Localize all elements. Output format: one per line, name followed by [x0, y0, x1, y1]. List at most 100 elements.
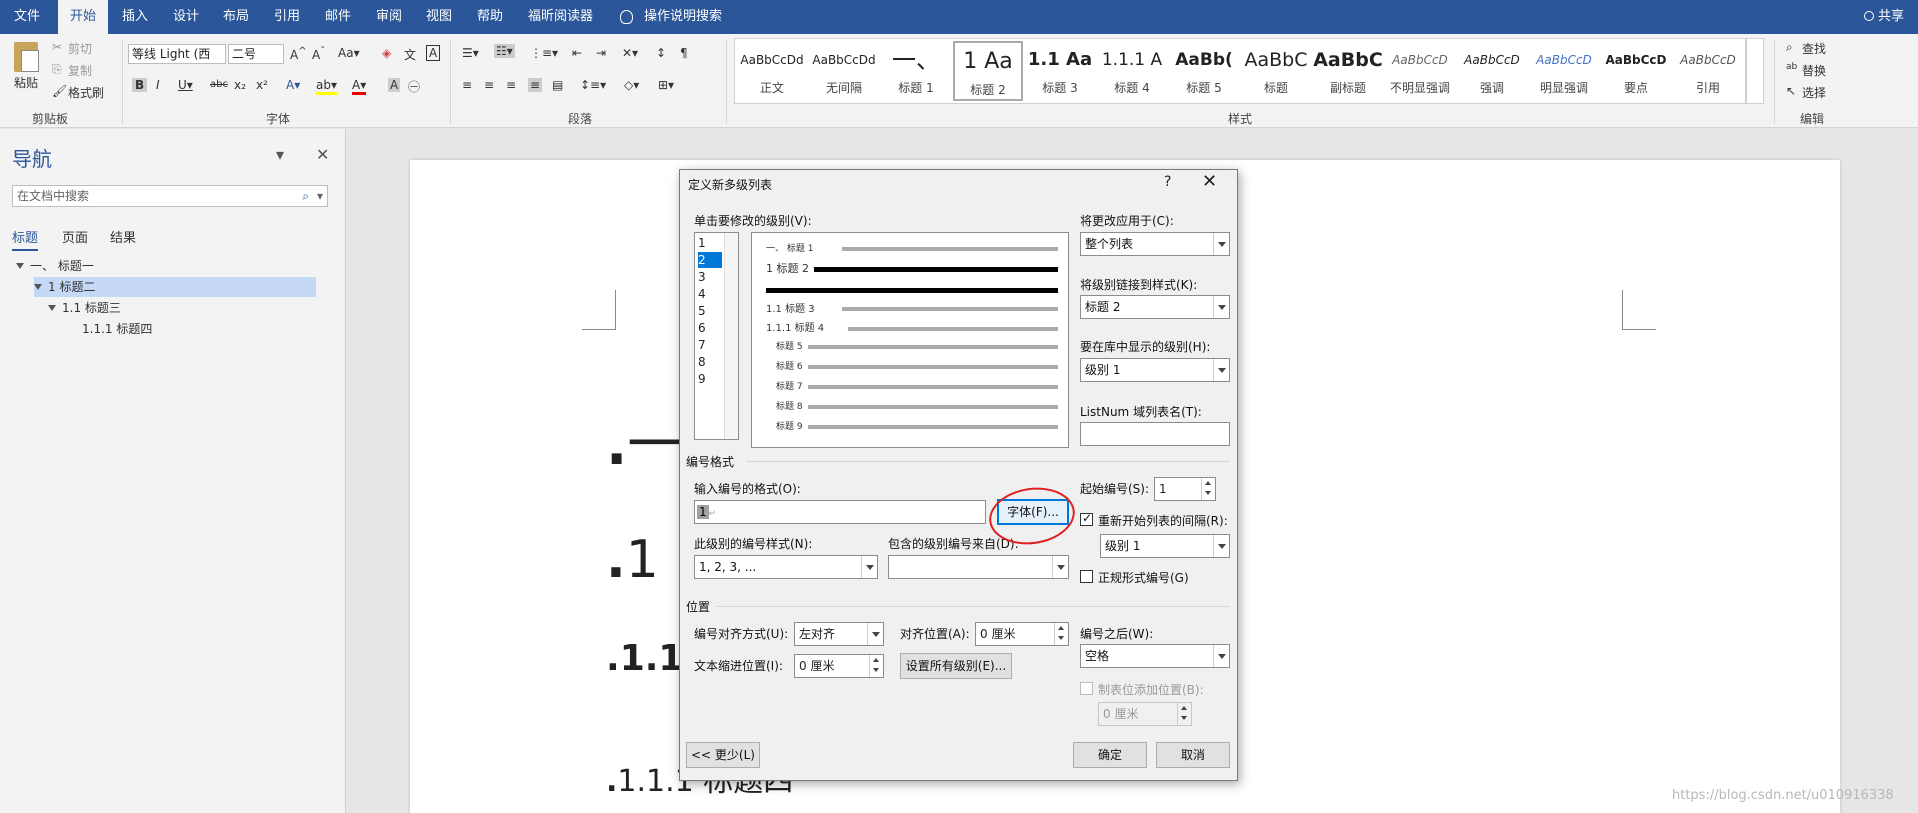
format-painter-button[interactable]: 格式刷: [68, 84, 104, 101]
chevron-down-icon[interactable]: [1052, 556, 1068, 578]
copy-button[interactable]: 复制: [68, 62, 92, 79]
indent-input[interactable]: 0 厘米: [794, 654, 884, 678]
chinese-layout-icon[interactable]: ✕▾: [622, 46, 638, 60]
chevron-down-icon[interactable]: [1213, 233, 1229, 255]
line-spacing-icon[interactable]: ↕≡▾: [580, 78, 606, 92]
superscript-icon[interactable]: x²: [256, 78, 268, 92]
underline-icon[interactable]: U▾: [178, 78, 193, 92]
alignment-combo[interactable]: 左对齐: [794, 622, 884, 646]
increase-indent-icon[interactable]: ⇥: [596, 46, 606, 60]
collapse-triangle-icon[interactable]: [34, 284, 42, 290]
tell-me-search[interactable]: 操作说明搜索: [644, 0, 722, 34]
restart-checkbox[interactable]: [1080, 511, 1093, 526]
nav-heading-item[interactable]: 1.1 标题三: [48, 298, 316, 318]
restart-level-combo[interactable]: 级别 1: [1100, 534, 1230, 558]
level-item[interactable]: 2: [698, 252, 722, 268]
nav-heading-item[interactable]: 1.1.1 标题四: [82, 319, 316, 339]
chevron-down-icon[interactable]: ▾: [276, 145, 284, 164]
tab-references[interactable]: 引用: [274, 0, 300, 34]
strikethrough-icon[interactable]: abc: [210, 79, 228, 90]
style-heading-3[interactable]: 1.1 Aa 标题 3: [1025, 41, 1095, 101]
follow-number-combo[interactable]: 空格: [1080, 644, 1230, 668]
level-list-scrollbar[interactable]: [724, 233, 738, 439]
link-style-combo[interactable]: 标题 2: [1080, 295, 1230, 319]
start-at-input[interactable]: 1: [1154, 477, 1216, 501]
doc-heading-2[interactable]: .1: [606, 530, 659, 590]
distributed-icon[interactable]: ▤: [552, 78, 563, 92]
chevron-down-icon[interactable]: ▾: [317, 186, 323, 206]
nav-tab-pages[interactable]: 页面: [62, 227, 88, 246]
spinner-icon[interactable]: [1177, 703, 1191, 725]
style-quote[interactable]: AaBbCcD 引用: [1673, 41, 1743, 101]
font-name-combo[interactable]: 等线 Light (西: [128, 44, 226, 64]
numbering-icon[interactable]: ☷▾: [494, 44, 515, 58]
nav-heading-item[interactable]: 一、 标题一: [16, 256, 316, 276]
align-center-icon[interactable]: ≡: [484, 78, 494, 92]
subscript-icon[interactable]: x₂: [234, 78, 246, 92]
style-heading-4[interactable]: 1.1.1 A 标题 4: [1097, 41, 1167, 101]
style-subtitle[interactable]: AaBbC 副标题: [1313, 41, 1383, 101]
number-style-combo[interactable]: 1, 2, 3, ...: [694, 555, 878, 579]
phonetic-guide-icon[interactable]: 文: [404, 46, 416, 63]
borders-icon[interactable]: ⊞▾: [658, 78, 674, 92]
tab-file[interactable]: 文件: [14, 0, 40, 34]
tab-design[interactable]: 设计: [173, 0, 199, 34]
align-left-icon[interactable]: ≡: [462, 78, 472, 92]
text-effects-icon[interactable]: A▾: [286, 78, 300, 92]
collapse-triangle-icon[interactable]: [16, 263, 24, 269]
tab-mailings[interactable]: 邮件: [325, 0, 351, 34]
align-right-icon[interactable]: ≡: [506, 78, 516, 92]
enclosed-char-icon[interactable]: ㊀: [408, 78, 420, 95]
number-format-input[interactable]: 1 ↵: [694, 500, 986, 524]
close-icon[interactable]: ✕: [316, 145, 329, 164]
tab-foxit[interactable]: 福昕阅读器: [528, 0, 593, 34]
close-icon[interactable]: ✕: [1202, 171, 1217, 192]
justify-icon[interactable]: ≡: [528, 78, 543, 92]
doc-heading-1[interactable]: .一: [606, 400, 683, 481]
find-button[interactable]: 查找: [1802, 40, 1826, 57]
tab-review[interactable]: 审阅: [376, 0, 402, 34]
cancel-button[interactable]: 取消: [1156, 742, 1230, 768]
level-list[interactable]: 1 2 3 4 5 6 7 8 9: [694, 232, 739, 440]
spinner-icon[interactable]: [1054, 623, 1068, 645]
collapse-triangle-icon[interactable]: [48, 305, 56, 311]
chevron-down-icon[interactable]: [1213, 535, 1229, 557]
tab-home[interactable]: 开始: [58, 0, 109, 34]
gallery-level-combo[interactable]: 级别 1: [1080, 358, 1230, 382]
tab-insert[interactable]: 插入: [122, 0, 148, 34]
style-normal[interactable]: AaBbCcDd 正文: [737, 41, 807, 101]
level-item[interactable]: 7: [698, 337, 722, 353]
style-intense-emphasis[interactable]: AaBbCcD 明显强调: [1529, 41, 1599, 101]
char-border-icon[interactable]: A: [426, 45, 441, 61]
search-icon[interactable]: ⌕: [302, 186, 309, 206]
chevron-down-icon[interactable]: [1213, 359, 1229, 381]
shading-icon[interactable]: ◇▾: [624, 78, 639, 92]
apply-to-combo[interactable]: 整个列表: [1080, 232, 1230, 256]
nav-tab-headings[interactable]: 标题: [12, 227, 39, 251]
help-icon[interactable]: ?: [1164, 174, 1171, 190]
include-level-combo[interactable]: [888, 555, 1069, 579]
shrink-font-icon[interactable]: Aˇ: [312, 46, 325, 62]
nav-heading-item[interactable]: 1 标题二: [34, 277, 316, 297]
font-color-icon[interactable]: A▾: [352, 78, 367, 95]
share-button[interactable]: 共享: [1863, 0, 1904, 34]
style-strong[interactable]: AaBbCcD 要点: [1601, 41, 1671, 101]
set-all-levels-button[interactable]: 设置所有级别(E)...: [900, 653, 1012, 679]
level-item[interactable]: 1: [698, 235, 722, 251]
decrease-indent-icon[interactable]: ⇤: [572, 46, 582, 60]
font-size-combo[interactable]: 二号: [228, 44, 284, 64]
level-item[interactable]: 6: [698, 320, 722, 336]
level-item[interactable]: 3: [698, 269, 722, 285]
listnum-input[interactable]: [1080, 422, 1230, 446]
multilevel-list-icon[interactable]: ⋮≡▾: [530, 46, 558, 60]
style-heading-5[interactable]: AaBb(标题 5: [1169, 41, 1239, 101]
bold-icon[interactable]: B: [132, 78, 148, 92]
tab-help[interactable]: 帮助: [477, 0, 503, 34]
clear-format-icon[interactable]: ◈: [382, 46, 391, 60]
style-heading-1[interactable]: 一、 标题 1: [881, 41, 951, 101]
chevron-down-icon[interactable]: [1213, 296, 1229, 318]
style-subtle-emphasis[interactable]: AaBbCcD 不明显强调: [1385, 41, 1455, 101]
char-shading-icon[interactable]: A: [388, 78, 401, 92]
tab-stop-checkbox[interactable]: [1080, 682, 1093, 695]
nav-search-input[interactable]: 在文档中搜索 ⌕ ▾: [12, 185, 328, 207]
